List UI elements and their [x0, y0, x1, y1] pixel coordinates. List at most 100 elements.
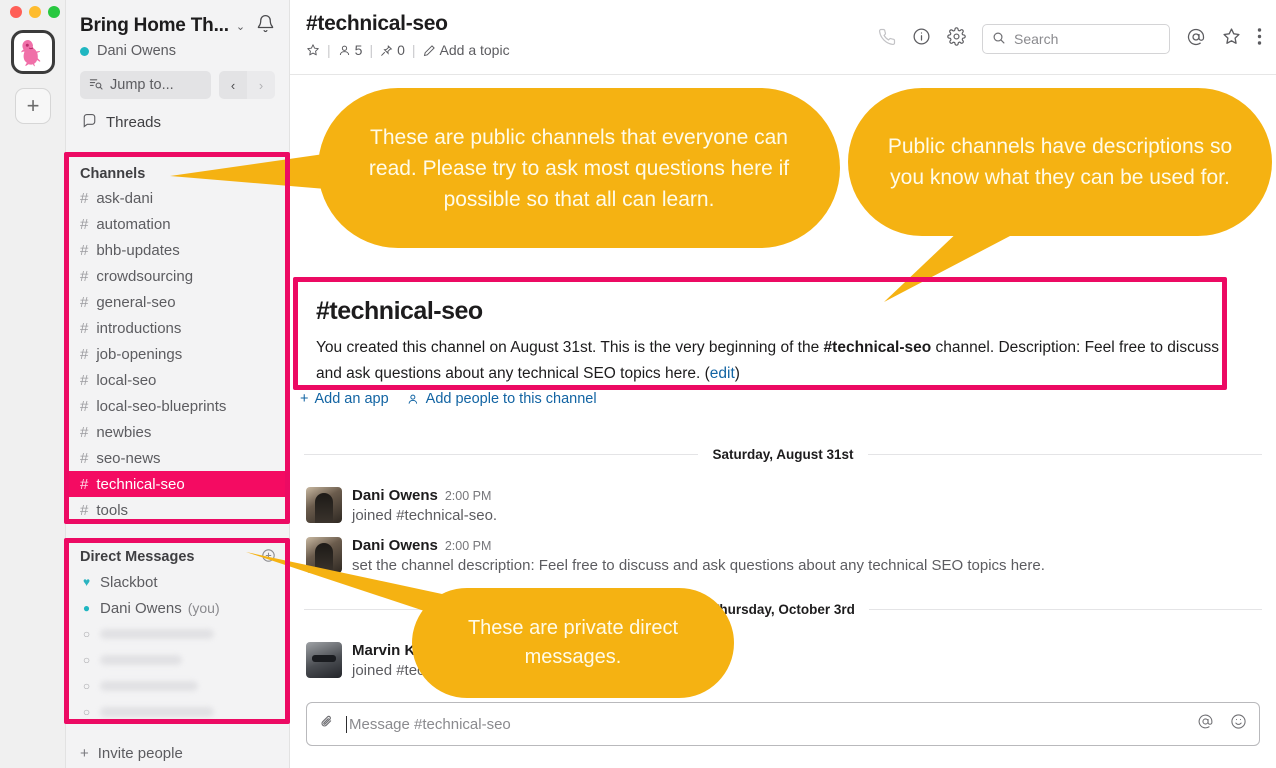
- members-count-button[interactable]: 5: [338, 42, 363, 58]
- gear-icon[interactable]: [947, 27, 966, 51]
- window-traffic-lights[interactable]: [10, 6, 60, 18]
- channel-name-label: tools: [96, 501, 129, 519]
- sidebar-channel-introductions[interactable]: # introductions: [66, 315, 290, 341]
- date-divider-1-label: Saturday, August 31st: [712, 447, 854, 462]
- channel-intro-actions: + Add an app Add people to this channel: [300, 391, 597, 407]
- nav-back-button[interactable]: ‹: [219, 71, 247, 99]
- sidebar-dm-redacted[interactable]: ○: [66, 621, 290, 647]
- channel-intro-body: You created this channel on August 31st.…: [316, 335, 1228, 387]
- at-icon[interactable]: [1197, 713, 1214, 735]
- message-author[interactable]: Dani Owens 2:00 PM: [352, 537, 1045, 554]
- divider-line-right: [868, 609, 1262, 610]
- pins-count-button[interactable]: 0: [380, 42, 405, 58]
- sidebar-channel-job-openings[interactable]: # job-openings: [66, 341, 290, 367]
- sidebar-channel-local-seo[interactable]: # local-seo: [66, 367, 290, 393]
- sidebar-dm-redacted[interactable]: ○: [66, 699, 290, 725]
- message-text: set the channel description: Feel free t…: [352, 557, 1045, 574]
- sidebar-item-threads[interactable]: Threads: [66, 99, 289, 131]
- slack-window: + Bring Home Th... ⌄ Dani Owens Jump to.: [0, 0, 1276, 768]
- hash-icon: #: [80, 423, 89, 441]
- sidebar-channel-tools[interactable]: # tools: [66, 497, 290, 523]
- star-channel-button[interactable]: [306, 43, 320, 57]
- sidebar-dm-dani-owens[interactable]: ● Dani Owens (you): [66, 595, 290, 621]
- workspace-header: Bring Home Th... ⌄ Dani Owens: [66, 0, 289, 59]
- minimize-window-button[interactable]: [29, 6, 41, 18]
- intro-text-1: You created this channel on August 31st.…: [316, 339, 824, 356]
- redacted-dm-name: [100, 629, 214, 639]
- sidebar-dm-redacted[interactable]: ○: [66, 673, 290, 699]
- kebab-menu-icon[interactable]: [1257, 27, 1262, 51]
- jump-to-button[interactable]: Jump to...: [80, 71, 211, 99]
- sidebar-channel-bhb-updates[interactable]: # bhb-updates: [66, 237, 290, 263]
- channel-name-label: local-seo-blueprints: [96, 397, 227, 415]
- presence-offline-icon: ○: [82, 653, 91, 667]
- add-workspace-button[interactable]: +: [15, 88, 51, 124]
- hash-icon: #: [80, 267, 89, 285]
- presence-offline-icon: ○: [82, 705, 91, 719]
- sidebar-channel-general-seo[interactable]: # general-seo: [66, 289, 290, 315]
- dm-name-label: Slackbot: [100, 573, 158, 591]
- bell-icon[interactable]: [256, 14, 275, 38]
- emoji-icon[interactable]: [1230, 713, 1247, 735]
- phone-icon[interactable]: [878, 28, 896, 51]
- sidebar-dm-redacted[interactable]: ○: [66, 647, 290, 673]
- paperclip-icon[interactable]: [319, 714, 335, 735]
- edit-description-link[interactable]: edit: [710, 365, 735, 382]
- maximize-window-button[interactable]: [48, 6, 60, 18]
- chevron-down-icon[interactable]: ⌄: [236, 20, 245, 33]
- avatar[interactable]: [306, 537, 342, 573]
- add-people-button[interactable]: Add people to this channel: [407, 391, 597, 407]
- avatar[interactable]: [306, 487, 342, 523]
- sidebar-channel-seo-news[interactable]: # seo-news: [66, 445, 290, 471]
- workspace-name[interactable]: Bring Home Th...: [80, 15, 229, 37]
- channel-list: # ask-dani # automation # bhb-updates # crowdso…: [66, 185, 290, 523]
- channels-header[interactable]: Channels: [66, 163, 290, 185]
- sidebar-channel-technical-seo[interactable]: # technical-seo: [66, 471, 290, 497]
- hash-icon: #: [80, 371, 89, 389]
- channel-name-label: newbies: [96, 423, 152, 441]
- sidebar-channel-automation[interactable]: # automation: [66, 211, 290, 237]
- sidebar-channel-newbies[interactable]: # newbies: [66, 419, 290, 445]
- redacted-dm-name: [100, 655, 182, 665]
- presence-online-icon: ●: [82, 601, 91, 615]
- message-item: Dani Owens 2:00 PM set the channel descri…: [306, 537, 1045, 576]
- message-author[interactable]: Dani Owens 2:00 PM: [352, 487, 497, 504]
- close-window-button[interactable]: [10, 6, 22, 18]
- add-an-app-button[interactable]: + Add an app: [300, 391, 389, 407]
- header-actions: Search: [878, 24, 1262, 54]
- workspace-avatar[interactable]: [11, 30, 55, 74]
- hash-icon: #: [80, 293, 89, 311]
- channel-header: #technical-seo | 5 | 0 | Add a topic Sea…: [290, 0, 1276, 75]
- message-text: joined #technical-seo.: [352, 507, 498, 524]
- channel-name-label: local-seo: [96, 371, 157, 389]
- dm-header[interactable]: Direct Messages: [80, 549, 194, 565]
- jump-to-row: Jump to... ‹ ›: [66, 59, 289, 99]
- hash-icon: #: [80, 319, 89, 337]
- info-icon[interactable]: [912, 27, 931, 51]
- hash-icon: #: [80, 501, 89, 519]
- add-an-app-label: Add an app: [314, 391, 389, 407]
- sidebar-dm-slackbot[interactable]: ♥ Slackbot: [66, 569, 290, 595]
- sidebar-channel-ask-dani[interactable]: # ask-dani: [66, 185, 290, 211]
- pins-count: 0: [397, 42, 405, 58]
- presence-offline-icon: ○: [82, 679, 91, 693]
- dm-you-suffix: (you): [187, 600, 220, 616]
- members-count: 5: [354, 42, 363, 58]
- starred-items-icon[interactable]: [1222, 27, 1241, 51]
- intro-channel-mention[interactable]: #technical-seo: [824, 339, 932, 356]
- hash-icon: #: [80, 215, 89, 233]
- avatar[interactable]: [306, 642, 342, 678]
- add-topic-button[interactable]: Add a topic: [423, 42, 510, 58]
- nav-forward-button[interactable]: ›: [247, 71, 275, 99]
- current-user[interactable]: Dani Owens: [80, 43, 275, 59]
- search-input[interactable]: Search: [982, 24, 1170, 54]
- message-input-placeholder[interactable]: Message #technical-seo: [346, 715, 511, 733]
- add-dm-button[interactable]: [261, 548, 276, 567]
- message-composer[interactable]: Message #technical-seo: [306, 702, 1260, 746]
- sidebar-channel-crowdsourcing[interactable]: # crowdsourcing: [66, 263, 290, 289]
- sidebar-channel-local-seo-blueprints[interactable]: # local-seo-blueprints: [66, 393, 290, 419]
- dm-list: ♥ Slackbot ● Dani Owens (you) ○ ○ ○ ○: [66, 569, 290, 725]
- history-nav: ‹ ›: [219, 71, 275, 99]
- invite-people-button[interactable]: + Invite people: [66, 745, 290, 762]
- at-icon[interactable]: [1186, 27, 1206, 52]
